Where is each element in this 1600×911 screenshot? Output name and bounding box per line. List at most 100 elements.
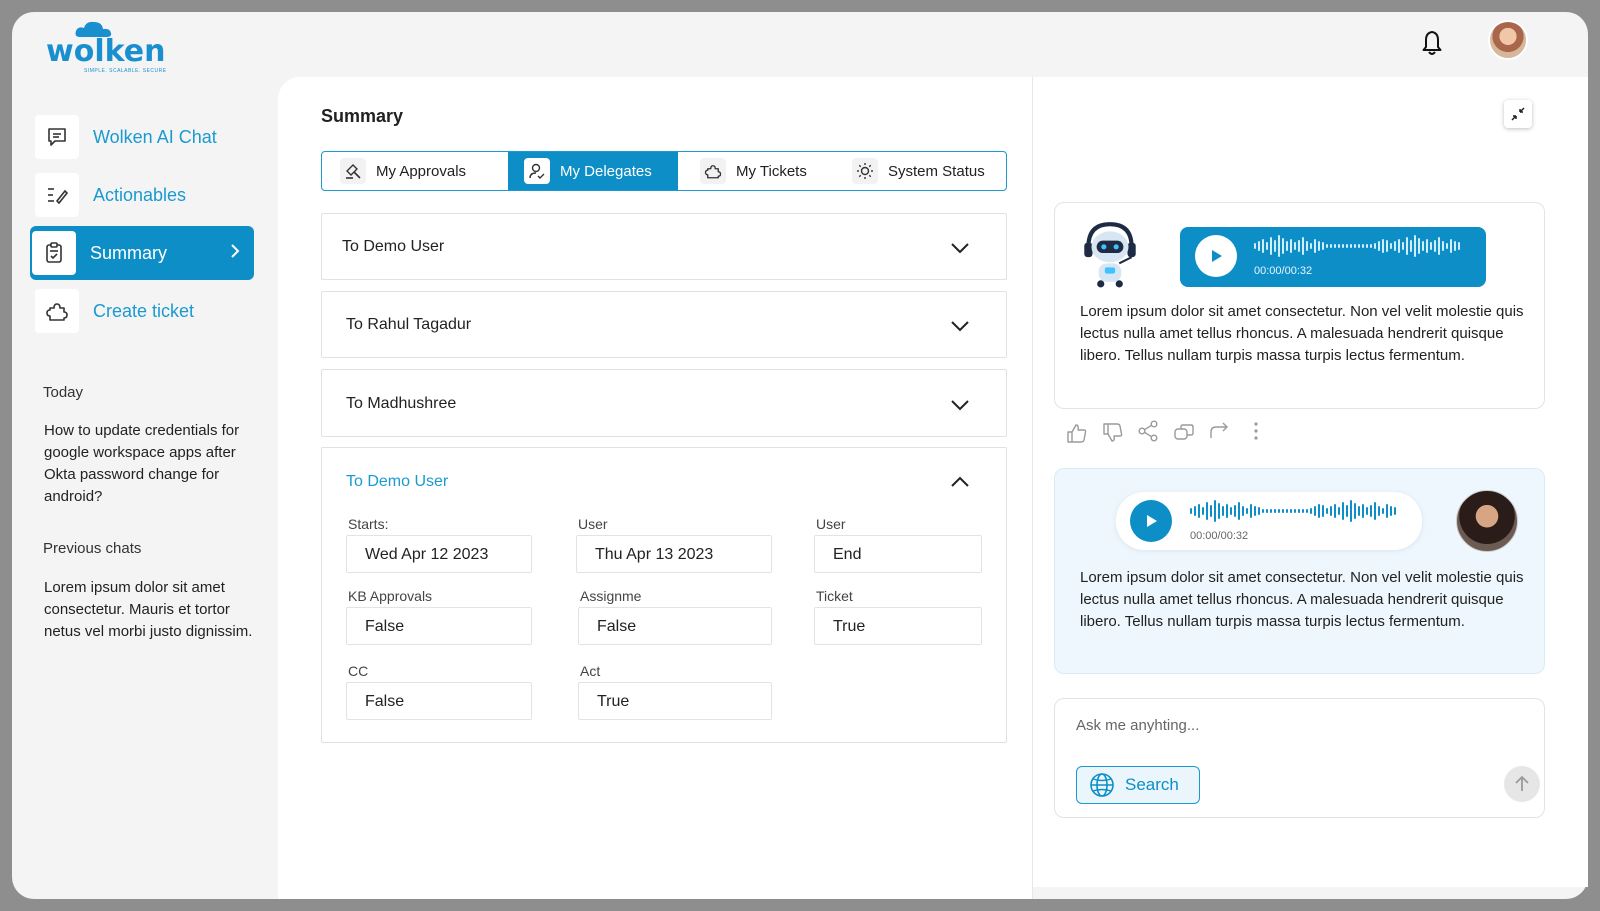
accordion-title: To Demo User bbox=[346, 473, 449, 490]
waveform-bar bbox=[1442, 241, 1444, 251]
waveform-bar bbox=[1370, 244, 1372, 248]
play-button[interactable] bbox=[1195, 235, 1237, 277]
waveform-bar bbox=[1450, 239, 1452, 253]
waveform-bar bbox=[1358, 506, 1360, 516]
copy-icon[interactable] bbox=[1172, 422, 1196, 444]
waveform-bar bbox=[1322, 505, 1324, 517]
thumbs-up-icon[interactable] bbox=[1066, 422, 1088, 444]
waveform-bar bbox=[1438, 237, 1440, 255]
clipboard-check-icon bbox=[32, 231, 76, 275]
waveform-bar bbox=[1246, 508, 1248, 514]
waveform-bar bbox=[1406, 237, 1408, 255]
waveform-bar bbox=[1250, 504, 1252, 518]
redo-icon[interactable] bbox=[1208, 420, 1230, 442]
waveform-bar bbox=[1390, 506, 1392, 516]
logo-tagline: SIMPLE. SCALABLE. SECURE bbox=[84, 68, 167, 74]
summary-tabs: My Approvals My Delegates My Tickets Sys… bbox=[321, 151, 1007, 191]
globe-icon bbox=[1090, 773, 1114, 797]
user-field-2[interactable]: End bbox=[814, 535, 982, 573]
history-item-today[interactable]: How to update credentials for google wor… bbox=[44, 420, 266, 508]
collapse-button[interactable] bbox=[1504, 100, 1532, 128]
search-label: Search bbox=[1125, 775, 1179, 794]
sidebar-item-create-ticket[interactable]: Create ticket bbox=[33, 284, 253, 338]
waveform-bar bbox=[1366, 507, 1368, 515]
waveform-bar bbox=[1426, 239, 1428, 253]
waveform-bar bbox=[1266, 509, 1268, 513]
kb-approvals-field[interactable]: False bbox=[346, 607, 532, 645]
user-field-1[interactable]: Thu Apr 13 2023 bbox=[576, 535, 772, 573]
chevron-up-icon[interactable] bbox=[950, 476, 970, 488]
starts-field[interactable]: Wed Apr 12 2023 bbox=[346, 535, 532, 573]
waveform-bar bbox=[1190, 508, 1192, 514]
chevron-right-icon bbox=[230, 243, 240, 264]
tab-system-status[interactable]: System Status bbox=[838, 152, 1006, 190]
more-vertical-icon[interactable] bbox=[1245, 420, 1267, 442]
waveform-bar bbox=[1354, 244, 1356, 248]
waveform-bar bbox=[1338, 244, 1340, 248]
waveform-bar bbox=[1374, 502, 1376, 520]
delegate-accordion-2[interactable]: To Rahul Tagadur bbox=[321, 291, 1007, 358]
waveform-bar bbox=[1414, 235, 1416, 257]
audio-time: 00:00/00:32 bbox=[1190, 530, 1249, 542]
waveform-bar bbox=[1350, 500, 1352, 522]
sidebar-item-summary[interactable]: Summary bbox=[30, 226, 254, 280]
waveform-bar bbox=[1266, 242, 1268, 250]
waveform-bar bbox=[1362, 504, 1364, 518]
chevron-down-icon[interactable] bbox=[950, 399, 970, 411]
sidebar-item-label: Actionables bbox=[93, 184, 187, 205]
delegate-accordion-3[interactable]: To Madhushree bbox=[321, 369, 1007, 437]
waveform-bar bbox=[1334, 244, 1336, 248]
user-audio-player[interactable]: 00:00/00:32 bbox=[1116, 492, 1422, 550]
sidebar-item-wolken-ai-chat[interactable]: Wolken AI Chat bbox=[33, 110, 253, 164]
assignee-field[interactable]: False bbox=[578, 607, 772, 645]
act-field[interactable]: True bbox=[578, 682, 772, 720]
waveform-bar bbox=[1202, 507, 1204, 515]
sidebar-item-label: Wolken AI Chat bbox=[93, 126, 217, 147]
history-item-previous[interactable]: Lorem ipsum dolor sit amet consectetur. … bbox=[44, 577, 266, 643]
waveform-bar bbox=[1306, 509, 1308, 513]
arrow-up-icon bbox=[1515, 775, 1529, 791]
thumbs-down-icon[interactable] bbox=[1102, 422, 1124, 444]
sidebar-item-actionables[interactable]: Actionables bbox=[33, 168, 253, 222]
waveform-bar bbox=[1326, 508, 1328, 514]
tab-my-approvals[interactable]: My Approvals bbox=[322, 152, 508, 190]
waveform-bar bbox=[1358, 244, 1360, 248]
waveform-bar bbox=[1350, 244, 1352, 248]
waveform-bar bbox=[1382, 508, 1384, 514]
waveform-bar bbox=[1410, 240, 1412, 252]
waveform-bar bbox=[1322, 242, 1324, 250]
waveform-bar bbox=[1274, 509, 1276, 513]
wolken-logo[interactable]: wolken SIMPLE. SCALABLE. SECURE bbox=[46, 20, 166, 76]
accordion-title: To Rahul Tagadur bbox=[346, 316, 472, 333]
cc-field[interactable]: False bbox=[346, 682, 532, 720]
chevron-down-icon[interactable] bbox=[950, 320, 970, 332]
tab-my-delegates[interactable]: My Delegates bbox=[508, 152, 678, 190]
web-search-button[interactable]: Search bbox=[1076, 766, 1200, 804]
bell-icon[interactable] bbox=[1422, 30, 1442, 56]
waveform-bar bbox=[1446, 243, 1448, 249]
send-button[interactable] bbox=[1504, 766, 1540, 802]
profile-avatar[interactable] bbox=[1488, 20, 1528, 60]
waveform-bar bbox=[1214, 500, 1216, 522]
share-icon[interactable] bbox=[1137, 420, 1159, 442]
waveform-bar bbox=[1326, 244, 1328, 248]
cc-label: CC bbox=[348, 663, 369, 679]
user-label-2: User bbox=[816, 516, 846, 532]
tab-my-tickets[interactable]: My Tickets bbox=[678, 152, 838, 190]
waveform-bar bbox=[1394, 241, 1396, 251]
waveform-bar bbox=[1458, 242, 1460, 250]
chevron-down-icon[interactable] bbox=[950, 242, 970, 254]
waveform-bar bbox=[1314, 239, 1316, 253]
play-icon bbox=[1212, 250, 1222, 262]
tab-label: My Approvals bbox=[376, 162, 467, 180]
play-button[interactable] bbox=[1130, 500, 1172, 542]
bot-audio-player[interactable]: 00:00/00:32 bbox=[1180, 227, 1486, 287]
waveform-bar bbox=[1342, 244, 1344, 248]
ticket-field[interactable]: True bbox=[814, 607, 982, 645]
waveform-bar bbox=[1302, 237, 1304, 255]
delegate-accordion-1[interactable]: To Demo User bbox=[321, 213, 1007, 280]
waveform-bar bbox=[1354, 503, 1356, 519]
chat-input[interactable]: Ask me anyhting... bbox=[1076, 717, 1199, 734]
today-heading: Today bbox=[43, 384, 84, 401]
user-label-1: User bbox=[578, 516, 608, 532]
